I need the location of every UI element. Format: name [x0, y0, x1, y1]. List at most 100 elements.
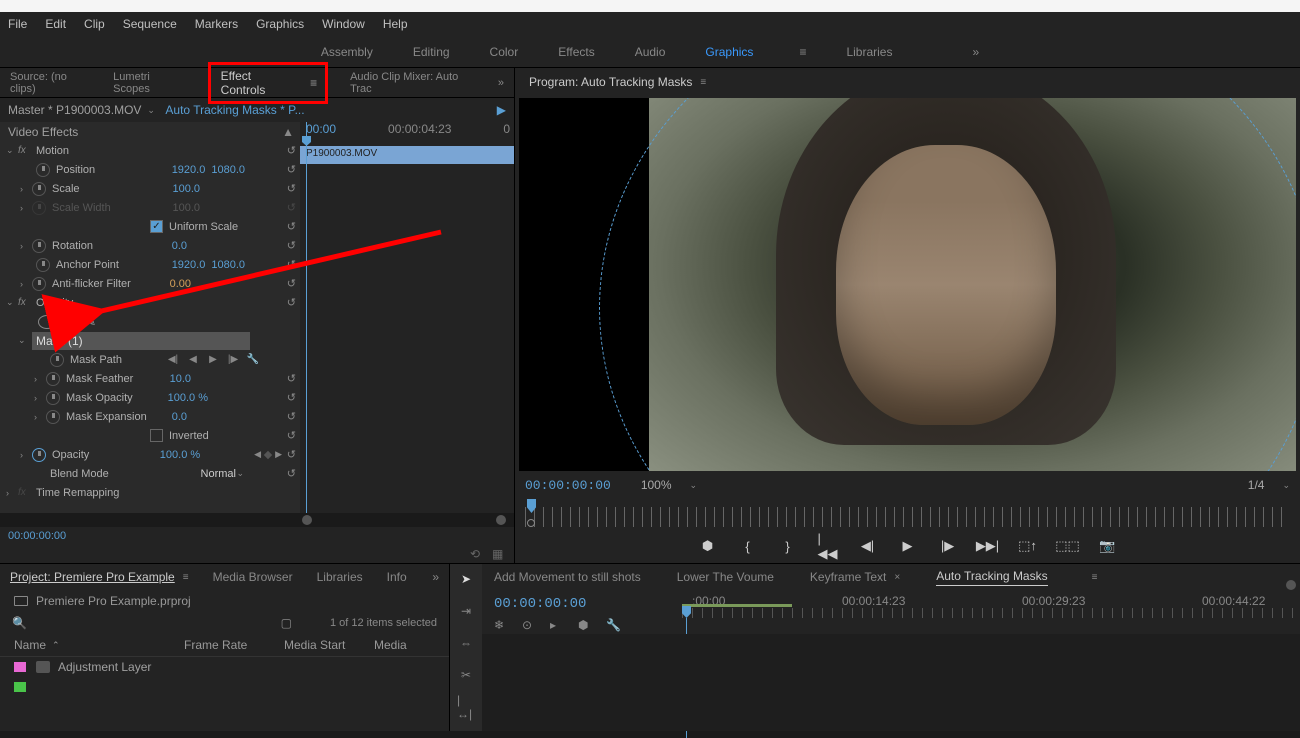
tab-libraries[interactable]: Libraries	[317, 570, 363, 584]
stopwatch-position[interactable]	[36, 163, 50, 177]
tl-work-area-bar[interactable]	[682, 604, 792, 607]
create-bin-icon[interactable]: ▢	[281, 616, 292, 630]
tl-wrench-icon[interactable]: 🔧	[606, 618, 620, 632]
workspace-audio[interactable]: Audio	[635, 45, 666, 59]
twirl-scale-width[interactable]: ›	[20, 203, 32, 213]
asset-row-adjustment[interactable]: Adjustment Layer	[0, 657, 449, 677]
menu-clip[interactable]: Clip	[84, 17, 105, 31]
menu-file[interactable]: File	[8, 17, 27, 31]
reset-scale-icon[interactable]: ↺	[287, 182, 296, 195]
reset-inverted-icon[interactable]: ↺	[287, 429, 296, 442]
reset-uniform-icon[interactable]: ↺	[287, 220, 296, 233]
col-media-start[interactable]: Media Start	[284, 638, 374, 652]
tab-project[interactable]: Project: Premiere Pro Example	[10, 570, 175, 584]
tl-tab-3[interactable]: Keyframe Text	[810, 570, 886, 584]
mask-label[interactable]: Mask (1)	[32, 332, 250, 350]
col-name[interactable]: Name ⌃	[14, 638, 184, 652]
program-ruler[interactable]	[515, 499, 1300, 529]
mask-expansion-value[interactable]: 0.0	[172, 411, 187, 423]
mask-opacity-value[interactable]: 100.0 %	[168, 392, 208, 404]
reset-mask-feather-icon[interactable]: ↺	[287, 372, 296, 385]
slip-tool-icon[interactable]: |↔|	[457, 698, 475, 716]
timeline-timecode[interactable]: 00:00:00:00	[494, 596, 670, 612]
prev-keyframe-icon[interactable]: ◀	[254, 449, 261, 460]
step-forward-button[interactable]: |▶	[940, 538, 956, 554]
menu-graphics[interactable]: Graphics	[256, 17, 304, 31]
res-dropdown-icon[interactable]: ⌄	[1282, 480, 1290, 491]
workspace-color[interactable]: Color	[490, 45, 519, 59]
mask-feather-value[interactable]: 10.0	[170, 373, 191, 385]
position-y[interactable]: 1080.0	[211, 164, 245, 176]
twirl-time-remap[interactable]: ›	[6, 488, 18, 498]
ec-footer-icon-1[interactable]: ⟲	[470, 547, 484, 561]
twirl-mask-feather[interactable]: ›	[34, 374, 46, 384]
ec-scrollbar[interactable]	[0, 513, 514, 527]
timeline-tracks-area[interactable]	[482, 634, 1300, 731]
tl-tab-4[interactable]: Auto Tracking Masks	[936, 569, 1047, 586]
go-to-out-button[interactable]: ▶▶|	[980, 538, 996, 554]
stopwatch-mask-feather[interactable]	[46, 372, 60, 386]
go-to-in-button[interactable]: |◀◀	[820, 538, 836, 554]
zoom-dropdown-icon[interactable]: ⌄	[690, 480, 698, 491]
reset-anchor-icon[interactable]: ↺	[287, 258, 296, 271]
program-video-area[interactable]	[519, 98, 1296, 471]
export-frame-button[interactable]: 📷	[1100, 538, 1116, 554]
stopwatch-opacity-prop[interactable]	[32, 448, 46, 462]
scroll-thumb-right[interactable]	[496, 515, 506, 525]
lift-button[interactable]: ⬚↑	[1020, 538, 1036, 554]
position-x[interactable]: 1920.0	[172, 164, 206, 176]
program-marker-icon[interactable]	[527, 519, 535, 527]
timeline-ruler[interactable]: :00:00 00:00:14:23 00:00:29:23 00:00:44:…	[682, 590, 1300, 634]
track-forward-icon[interactable]: ▶	[206, 353, 220, 367]
track-forward-one-icon[interactable]: |▶	[226, 353, 240, 367]
play-button[interactable]: ▶	[900, 538, 916, 554]
mark-in-button[interactable]: {	[740, 538, 756, 554]
reset-mask-opacity-icon[interactable]: ↺	[287, 391, 296, 404]
twirl-mask[interactable]: ⌄	[18, 335, 30, 346]
anchor-y[interactable]: 1080.0	[211, 259, 245, 271]
tl-marker-icon[interactable]: ▸	[550, 618, 564, 632]
program-resolution[interactable]: 1/4	[1248, 478, 1265, 492]
tl-linked-icon[interactable]: ⊙	[522, 618, 536, 632]
ec-clip-bar[interactable]: P1900003.MOV	[300, 146, 514, 164]
project-tab-menu-icon[interactable]: ≡	[183, 572, 189, 583]
tab-menu-icon[interactable]: ≡	[310, 76, 317, 90]
menu-sequence[interactable]: Sequence	[123, 17, 177, 31]
stopwatch-anchor[interactable]	[36, 258, 50, 272]
extract-button[interactable]: ⬚⬚	[1060, 538, 1076, 554]
effect-controls-timeline[interactable]: 00:00 00:00:04:23 0 P1900003.MOV	[300, 122, 514, 513]
menu-help[interactable]: Help	[383, 17, 408, 31]
workspace-libraries[interactable]: Libraries	[846, 45, 892, 59]
workspace-editing[interactable]: Editing	[413, 45, 450, 59]
tab-audio-clip-mixer[interactable]: Audio Clip Mixer: Auto Trac	[350, 71, 476, 95]
tab-info[interactable]: Info	[387, 570, 407, 584]
collapse-icon[interactable]: ▲	[282, 125, 294, 139]
mark-out-button[interactable]: }	[780, 538, 796, 554]
workspace-overflow-icon[interactable]: »	[972, 45, 979, 59]
tl-tab-2[interactable]: Lower The Voume	[677, 570, 774, 584]
tl-tab-1[interactable]: Add Movement to still shots	[494, 570, 641, 584]
tab-lumetri-scopes[interactable]: Lumetri Scopes	[113, 71, 185, 95]
anchor-x[interactable]: 1920.0	[172, 259, 206, 271]
tab-media-browser[interactable]: Media Browser	[213, 570, 293, 584]
inverted-checkbox[interactable]	[150, 429, 163, 442]
asset-row-2[interactable]	[0, 677, 449, 697]
reset-mask-expansion-icon[interactable]: ↺	[287, 410, 296, 423]
sort-icon[interactable]: ⌃	[52, 640, 60, 651]
stopwatch-antiflicker[interactable]	[32, 277, 46, 291]
tl-tab-close-icon[interactable]: ×	[894, 572, 900, 583]
uniform-scale-checkbox[interactable]: ✓	[150, 220, 163, 233]
tl-snap-icon[interactable]: ❄	[494, 618, 508, 632]
razor-tool-icon[interactable]: ✂	[457, 666, 475, 684]
step-back-button[interactable]: ◀|	[860, 538, 876, 554]
selection-tool-icon[interactable]: ➤	[457, 570, 475, 588]
opacity-prop-value[interactable]: 100.0 %	[160, 449, 200, 461]
program-menu-icon[interactable]: ≡	[700, 77, 706, 88]
tl-playhead-icon[interactable]	[682, 606, 691, 618]
blend-dropdown-icon[interactable]: ⌄	[236, 468, 244, 479]
reset-rotation-icon[interactable]: ↺	[287, 239, 296, 252]
reset-blend-icon[interactable]: ↺	[287, 467, 296, 480]
stopwatch-mask-expansion[interactable]	[46, 410, 60, 424]
project-overflow-icon[interactable]: »	[432, 570, 439, 584]
sequence-clip-label[interactable]: Auto Tracking Masks * P...	[165, 103, 304, 117]
